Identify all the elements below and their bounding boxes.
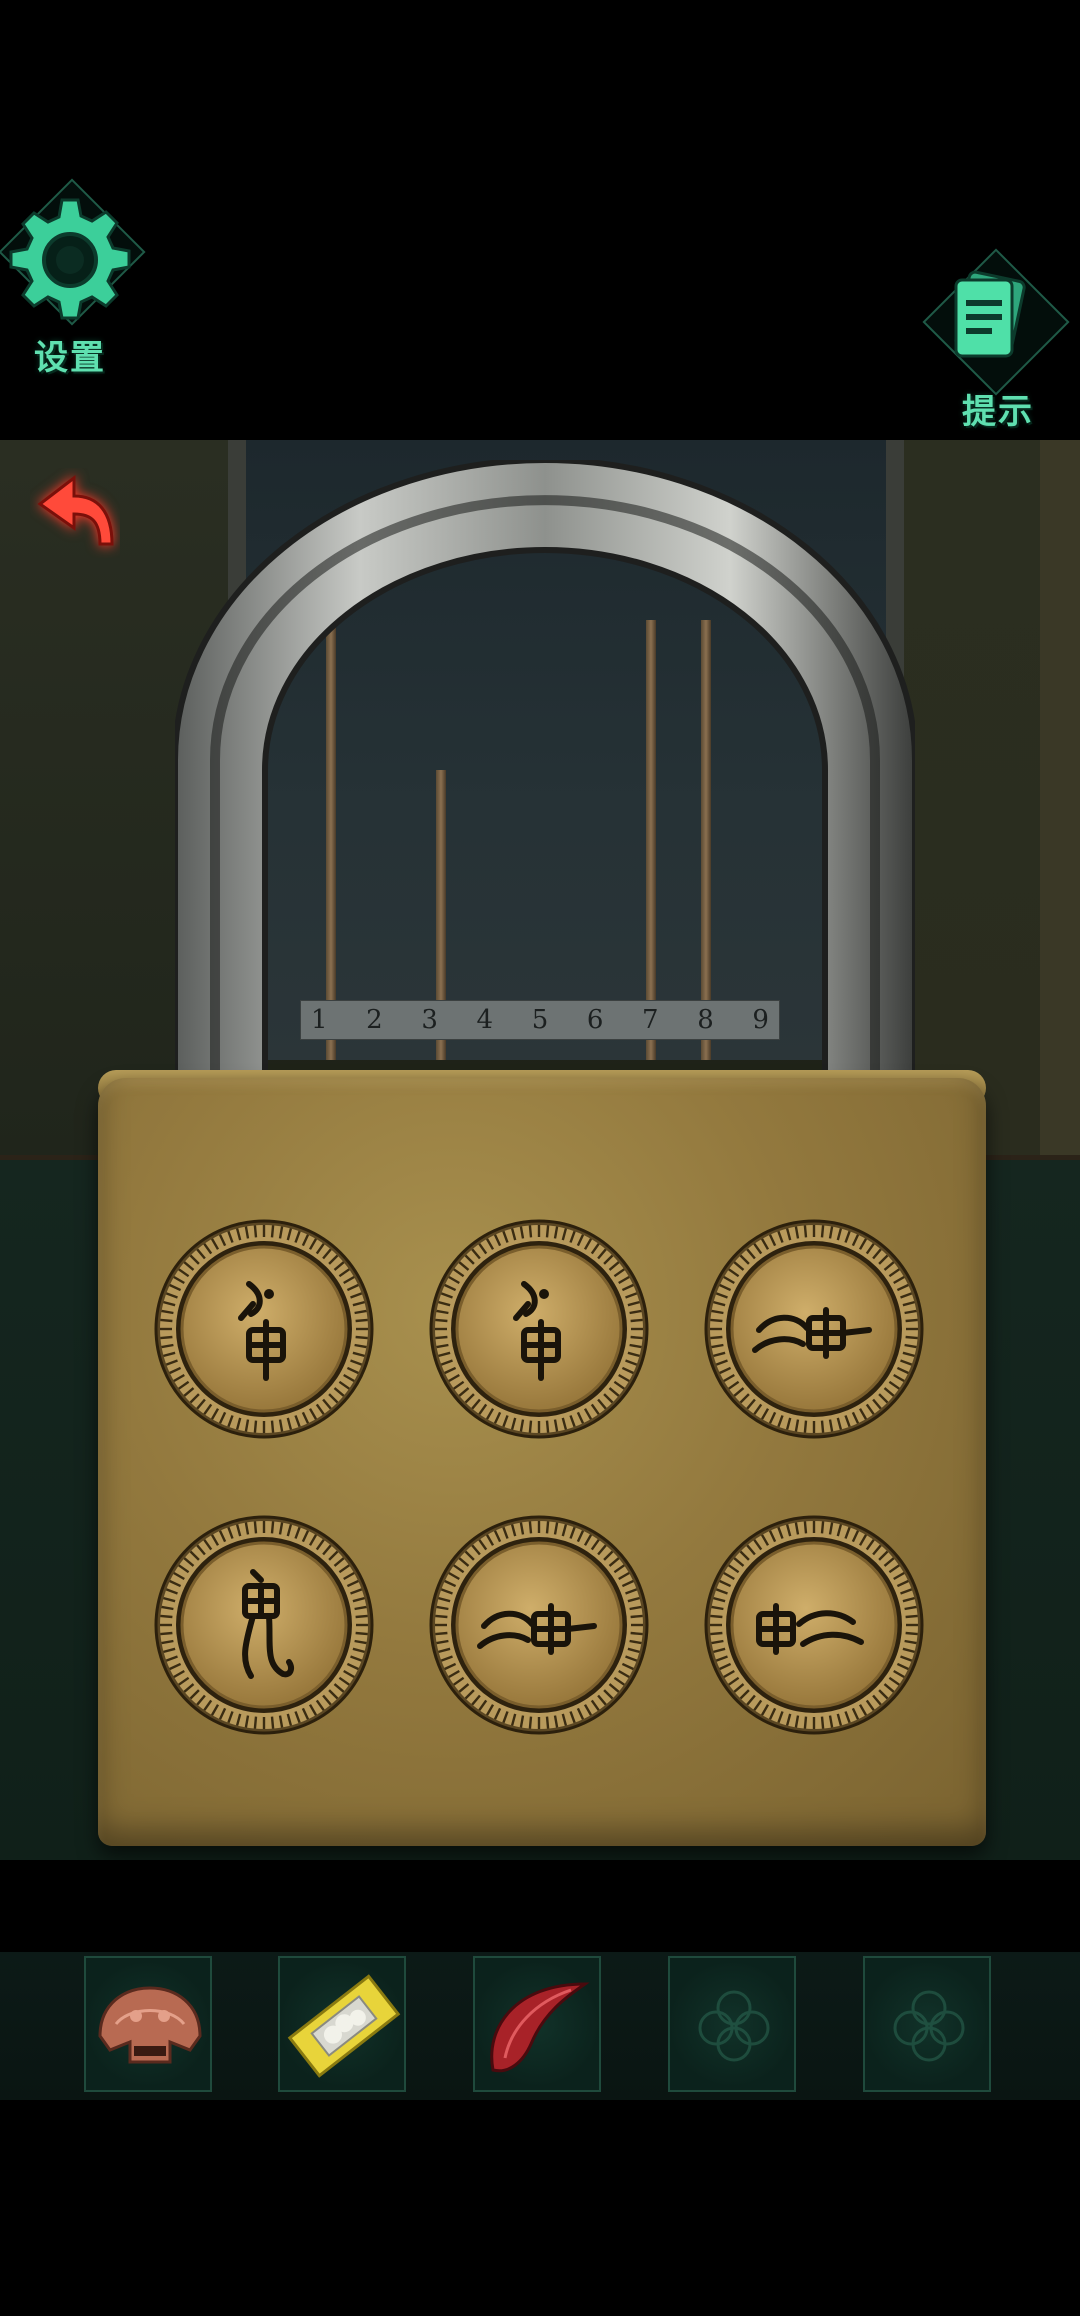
seal-glyph-ghost: [154, 1515, 374, 1735]
gold-foil-packet-icon: [287, 1974, 401, 2078]
seal-glyph-c: [704, 1515, 924, 1735]
seal-glyph-a: [429, 1219, 649, 1439]
inventory-slot-2[interactable]: [278, 1956, 406, 2092]
door-frame: [1040, 440, 1080, 1160]
lock-dial-3[interactable]: [703, 1218, 925, 1440]
red-crescent-fragment-icon: [490, 1982, 590, 2073]
document-icon: [954, 270, 1026, 358]
inventory-slot-4[interactable]: [668, 1956, 796, 2092]
settings-button[interactable]: 设置: [0, 178, 160, 380]
inventory-slot-1[interactable]: [84, 1956, 212, 2092]
hint-label: 提示: [962, 392, 1034, 432]
seal-glyph-b: [704, 1219, 924, 1439]
inventory-slot-3[interactable]: [473, 1956, 601, 2092]
inventory-slot-5[interactable]: [863, 1956, 991, 2092]
carved-copper-token-icon: [98, 1986, 202, 2064]
lock-dial-4[interactable]: [153, 1514, 375, 1736]
lock-dial-6[interactable]: [703, 1514, 925, 1736]
seal-glyph-b: [429, 1515, 649, 1735]
lock-dial-5[interactable]: [428, 1514, 650, 1736]
puzzle-scene: 1 2 3 4 5 6 7 8 9: [0, 440, 1080, 1860]
clover-icon: [893, 1990, 965, 2062]
lock-dial-1[interactable]: [153, 1218, 375, 1440]
settings-label: 设置: [34, 338, 106, 378]
clover-icon: [698, 1990, 770, 2062]
gear-icon: [9, 198, 131, 320]
seal-glyph-a: [154, 1219, 374, 1439]
hint-button[interactable]: 提示: [920, 248, 1080, 448]
back-arrow-icon[interactable]: [30, 468, 120, 558]
lock-dial-2[interactable]: [428, 1218, 650, 1440]
